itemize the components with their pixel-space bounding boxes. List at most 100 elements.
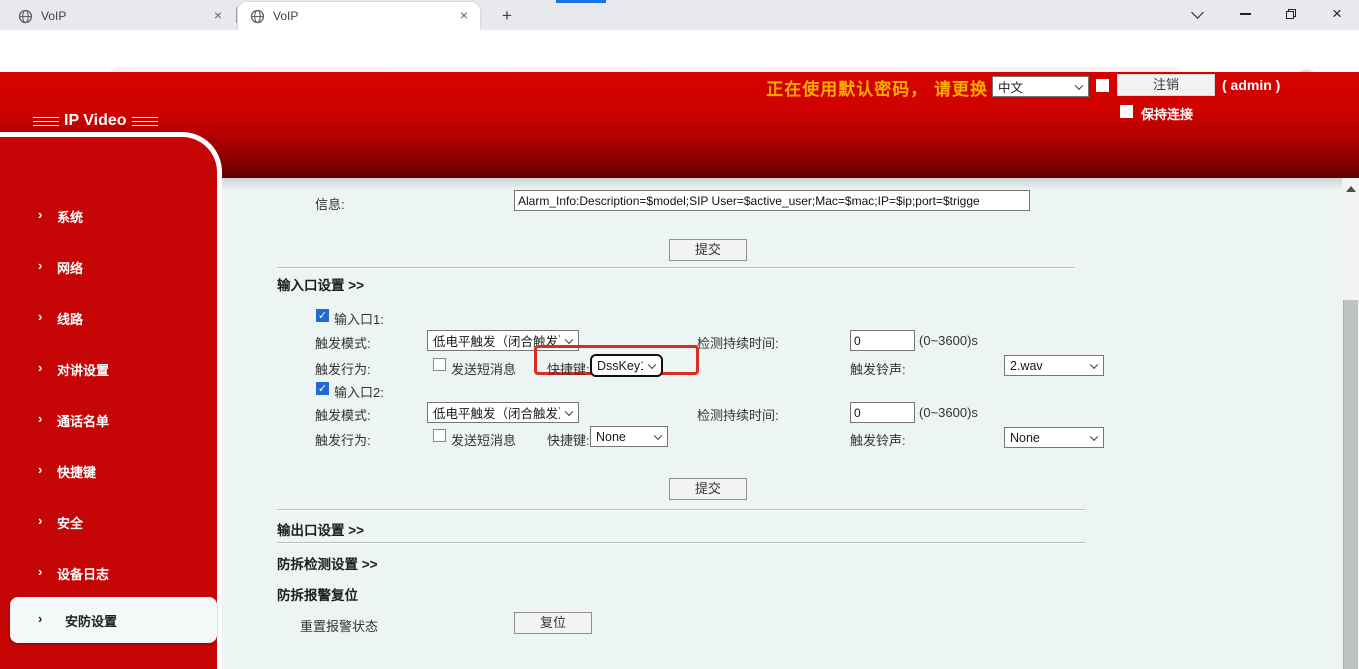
input-port2-checkbox[interactable]: ✓: [316, 382, 329, 395]
sidebar-item-function-key[interactable]: › 快捷键: [0, 461, 217, 481]
hotkey-select-port1[interactable]: DssKey1: [590, 354, 663, 377]
duration-label: 检测持续时间:: [697, 333, 779, 352]
tab-voip-1[interactable]: VoIP ×: [6, 2, 234, 30]
tamper-detection-section-title[interactable]: 防拆检测设置 >>: [277, 553, 378, 573]
info-input[interactable]: [514, 190, 1030, 211]
duration-input-port2[interactable]: [850, 402, 915, 423]
chevron-down-icon: [1090, 360, 1098, 368]
content-top-shadow: [222, 178, 1359, 190]
sidebar-item-label: 安全: [57, 513, 83, 532]
reset-alarm-status-label: 重置报警状态: [300, 616, 378, 635]
tab-separator: [236, 7, 237, 23]
ring-value: 2.wav: [1010, 359, 1043, 373]
sidebar-item-label: 安防设置: [65, 611, 117, 630]
chevron-down-icon: [1075, 81, 1083, 89]
window-minimize-button[interactable]: [1225, 0, 1265, 28]
input-port2-label: 输入口2:: [334, 382, 384, 401]
page-scrollbar[interactable]: [1342, 178, 1359, 669]
sidebar-item-label: 对讲设置: [57, 360, 109, 379]
globe-icon: [250, 9, 265, 24]
trigger-mode-label: 触发模式:: [315, 333, 371, 352]
hotkey-select-port2[interactable]: None: [590, 426, 668, 447]
trigger-behavior-label: 触发行为:: [315, 359, 371, 378]
send-sms-checkbox-port1[interactable]: [433, 358, 446, 371]
send-sms-label: 发送短消息: [451, 430, 516, 449]
sidebar-item-label: 系统: [57, 207, 83, 226]
sidebar-item-label: 快捷键: [57, 462, 96, 481]
tamper-alarm-reset-title: 防拆报警复位: [277, 584, 358, 604]
window-restore-button[interactable]: [1271, 0, 1311, 28]
scrollbar-thumb[interactable]: [1343, 300, 1358, 669]
chevron-right-icon: ›: [38, 411, 42, 426]
tab-voip-2-active[interactable]: VoIP ×: [238, 2, 480, 30]
default-password-warning: 正在使用默认密码， 请更换: [766, 75, 988, 100]
sidebar-item-label: 线路: [57, 309, 83, 328]
screen: VoIP × VoIP × + × ← → ↻ ⚠ 不安全 | 172.18.8…: [0, 0, 1359, 669]
language-select-value: 中文: [998, 77, 1023, 96]
input-port-section-title[interactable]: 输入口设置 >>: [277, 274, 364, 294]
ring-value: None: [1010, 431, 1040, 445]
sidebar-item-system[interactable]: › 系统: [0, 206, 217, 226]
reset-button[interactable]: 复位: [514, 612, 592, 634]
logout-button[interactable]: 注销: [1117, 74, 1215, 96]
new-tab-button[interactable]: +: [494, 4, 520, 28]
chevron-right-icon: ›: [38, 513, 42, 528]
hotkey-label: 快捷键:: [547, 359, 590, 378]
tab-strip-blue-indicator: [556, 0, 606, 3]
sidebar-item-security[interactable]: › 安全: [0, 512, 217, 532]
duration-label: 检测持续时间:: [697, 405, 779, 424]
sidebar-item-security-settings-selected[interactable]: › 安防设置: [10, 597, 217, 643]
window-close-button[interactable]: ×: [1317, 0, 1357, 28]
sidebar-item-label: 通话名单: [57, 411, 109, 430]
webpage: 正在使用默认密码， 请更换 中文 注销 ( admin ) 保持连接 IP Vi…: [0, 72, 1359, 669]
chevron-right-icon: ›: [38, 564, 42, 579]
sidebar-item-network[interactable]: ›网络: [0, 257, 217, 277]
sidebar-item-line[interactable]: › 线路: [0, 308, 217, 328]
send-sms-checkbox-port2[interactable]: [433, 429, 446, 442]
chevron-right-icon: ›: [38, 207, 42, 222]
trigger-ring-label: 触发铃声:: [850, 359, 906, 378]
chevron-right-icon: ›: [38, 611, 42, 626]
language-select[interactable]: 中文: [992, 76, 1089, 97]
input-port1-checkbox[interactable]: ✓: [316, 309, 329, 322]
duration-range: (0~3600)s: [919, 405, 978, 420]
logo-stripes: [33, 117, 59, 126]
section-divider: [277, 267, 1075, 269]
sidebar-item-device-log[interactable]: › 设备日志: [0, 563, 217, 583]
restore-icon: [1286, 9, 1296, 19]
header-checkbox[interactable]: [1096, 79, 1109, 92]
sidebar-item-label: 网络: [57, 258, 83, 277]
chevron-right-icon: ›: [38, 462, 42, 477]
browser-tabstrip: VoIP × VoIP × + ×: [0, 0, 1359, 30]
send-sms-label: 发送短消息: [451, 359, 516, 378]
trigger-mode-select-port2[interactable]: 低电平触发（闭合触发）: [427, 402, 579, 423]
submit-button[interactable]: 提交: [669, 239, 747, 261]
submit-button[interactable]: 提交: [669, 478, 747, 500]
scroll-up-arrow-icon[interactable]: [1346, 186, 1356, 192]
section-divider: [277, 542, 1085, 544]
hotkey-label: 快捷键:: [547, 430, 590, 449]
tab-title: VoIP: [41, 9, 210, 23]
sidebar-item-label: 设备日志: [57, 564, 109, 583]
globe-icon: [18, 9, 33, 24]
tab-close-icon[interactable]: ×: [210, 8, 226, 24]
chevron-down-icon: [565, 407, 573, 415]
tab-close-icon[interactable]: ×: [456, 8, 472, 24]
sidebar-nav: ›系统 ›网络 ›线路 ›对讲设置 ›通话名单 ›快捷键 ›安全 ›设备日志 ›…: [0, 132, 222, 669]
browser-toolbar: ← → ↻ ⚠ 不安全 | 172.18.8.14 ☆ ⋮: [0, 30, 1359, 72]
trigger-ring-select-port1[interactable]: 2.wav: [1004, 355, 1104, 376]
chevron-down-icon: [648, 360, 656, 368]
keep-connected-checkbox[interactable]: [1120, 105, 1133, 118]
hotkey-value: None: [596, 430, 626, 444]
chevron-right-icon: ›: [38, 309, 42, 324]
trigger-ring-select-port2[interactable]: None: [1004, 427, 1104, 448]
sidebar-item-intercom-settings[interactable]: ›对讲设置: [0, 359, 217, 379]
trigger-behavior-label: 触发行为:: [315, 430, 371, 449]
trigger-mode-value: 低电平触发（闭合触发）: [433, 403, 560, 422]
duration-input-port1[interactable]: [850, 330, 915, 351]
output-port-section-title[interactable]: 输出口设置 >>: [277, 519, 364, 539]
info-label: 信息:: [315, 194, 345, 213]
main-content: 信息: 提交 输入口设置 >> ✓ 输入口1: 触发模式: 低电平触发（闭合触发…: [222, 178, 1359, 669]
sidebar-item-call-list[interactable]: › 通话名单: [0, 410, 217, 430]
tab-search-chevron-button[interactable]: [1177, 0, 1217, 28]
